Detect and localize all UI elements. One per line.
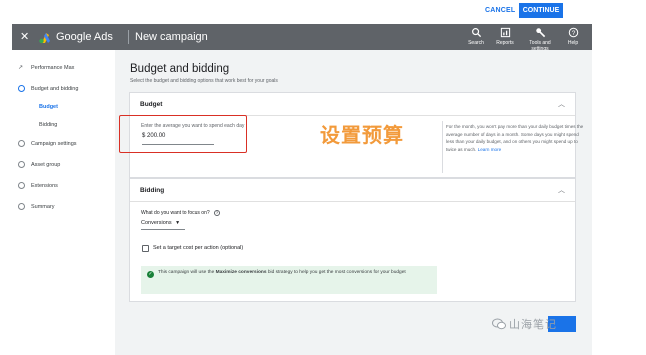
main-content: Budget and bidding Select the budget and…: [115, 50, 592, 355]
target-cpa-label: Set a target cost per action (optional): [153, 245, 244, 251]
cancel-button[interactable]: CANCEL: [485, 7, 515, 14]
step-circle-icon: [18, 85, 25, 92]
sidebar-item-budget[interactable]: Budget: [39, 104, 58, 110]
help-tool-label: Help: [567, 40, 579, 46]
continue-button[interactable]: CONTINUE: [519, 3, 563, 18]
search-icon: [471, 28, 481, 38]
sidebar-item-budget-and-bidding[interactable]: Budget and bidding: [18, 85, 78, 92]
app-brand: Google Ads: [56, 31, 113, 43]
section-title: Budget and bidding: [130, 63, 230, 75]
set-budget-annotation: 设置预算: [320, 125, 404, 147]
check-circle-icon: ✓: [147, 271, 154, 278]
sidebar-item-performance-max[interactable]: ↗ Performance Max: [18, 64, 75, 72]
top-action-strip: CANCEL CONTINUE: [0, 0, 646, 24]
dropdown-arrow-icon: ▼: [175, 220, 181, 226]
focus-dropdown[interactable]: Conversions ▼: [141, 220, 180, 226]
budget-card-title: Budget: [140, 101, 163, 108]
reports-tool-label: Reports: [496, 40, 514, 46]
help-tool-button[interactable]: ? Help: [562, 27, 584, 46]
sidebar-item-label: Budget: [39, 104, 58, 110]
sidebar-item-label: Performance Max: [31, 64, 75, 71]
learn-more-link[interactable]: Learn more: [478, 147, 502, 152]
budget-help-text: For the month, you won't pay more than y…: [446, 124, 584, 152]
sidebar-item-extensions[interactable]: Extensions: [18, 182, 58, 189]
step-circle-icon: [18, 203, 25, 210]
focus-question: What do you want to focus on? ?: [141, 210, 221, 216]
watermark: 山海笔记: [492, 316, 557, 332]
sidebar-item-label: Extensions: [31, 182, 58, 189]
focus-question-text: What do you want to focus on?: [141, 210, 210, 216]
svg-text:?: ?: [571, 30, 575, 37]
close-icon[interactable]: ✕: [20, 30, 29, 43]
target-cpa-checkbox[interactable]: [142, 245, 149, 252]
sidebar-item-label: Campaign settings: [31, 140, 77, 147]
reports-tool-button[interactable]: Reports: [493, 27, 517, 46]
info-text-suffix: bid strategy to help you get the most co…: [266, 270, 406, 275]
bidding-card: Bidding ︿ What do you want to focus on? …: [129, 178, 576, 302]
tools-settings-button[interactable]: Tools and settings: [524, 27, 556, 52]
left-sidebar: ↗ Performance Max Budget and bidding Bud…: [12, 50, 115, 355]
strategy-info-text: This campaign will use the Maximize conv…: [158, 269, 428, 277]
performance-max-icon: ↗: [18, 65, 24, 71]
card-divider: [130, 201, 575, 202]
wrench-icon: [535, 28, 545, 38]
sidebar-item-label: Summary: [31, 203, 55, 210]
dropdown-underline: [141, 229, 185, 230]
bidding-card-title: Bidding: [140, 187, 165, 194]
sidebar-item-label: Bidding: [39, 122, 58, 128]
app-bar: ✕ Google Ads New campaign Search Reports…: [12, 24, 592, 52]
sidebar-item-summary[interactable]: Summary: [18, 203, 55, 210]
watermark-text: 山海笔记: [509, 319, 557, 331]
search-tool-label: Search: [468, 40, 484, 46]
search-tool-button[interactable]: Search: [465, 27, 487, 46]
focus-dropdown-value: Conversions: [141, 220, 172, 226]
chevron-up-icon[interactable]: ︿: [558, 185, 565, 195]
sidebar-item-asset-group[interactable]: Asset group: [18, 161, 60, 168]
strategy-info-box: ✓ This campaign will use the Maximize co…: [141, 266, 437, 294]
step-circle-icon: [18, 140, 25, 147]
sidebar-item-campaign-settings[interactable]: Campaign settings: [18, 140, 77, 147]
help-icon: ?: [568, 27, 578, 38]
bid-strategy-name: Maximize conversions: [215, 270, 267, 275]
budget-highlight-box: [119, 115, 247, 153]
app-bar-divider: [128, 30, 129, 44]
page-title: New campaign: [135, 31, 208, 43]
help-circle-icon[interactable]: ?: [214, 210, 221, 216]
sidebar-item-label: Asset group: [31, 161, 61, 168]
card-vertical-divider: [442, 121, 443, 173]
sidebar-item-bidding[interactable]: Bidding: [39, 122, 57, 128]
step-circle-icon: [18, 182, 25, 189]
sidebar-item-label: Budget and bidding: [31, 85, 79, 92]
budget-help-note: For the month, you won't pay more than y…: [446, 123, 586, 153]
reports-icon: [500, 27, 510, 38]
step-circle-icon: [18, 161, 25, 168]
chevron-up-icon[interactable]: ︿: [558, 99, 565, 109]
chat-bubble-icon: [492, 318, 506, 330]
info-text-prefix: This campaign will use the: [158, 270, 216, 275]
section-subtitle: Select the budget and bidding options th…: [130, 78, 278, 84]
google-ads-logo-icon: [39, 33, 50, 44]
